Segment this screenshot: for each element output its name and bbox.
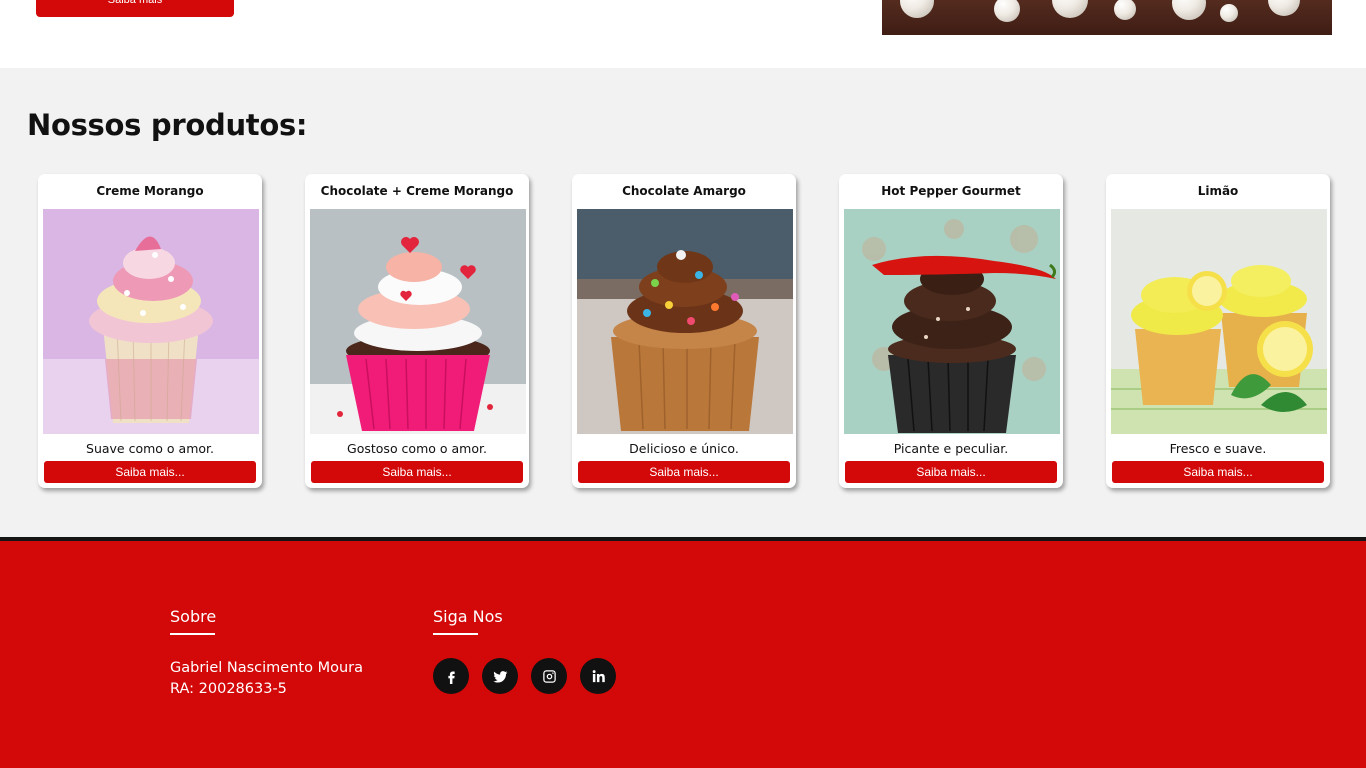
saiba-mais-button[interactable]: Saiba mais... — [311, 461, 523, 483]
product-image-chocolate-creme-morango — [310, 209, 526, 434]
product-title: Chocolate + Creme Morango — [320, 184, 514, 198]
product-card: Limão Fresco e suave. Saiba mais... — [1106, 174, 1330, 488]
footer-about-title: Sobre — [170, 607, 217, 626]
hero-section: Saiba mais — [0, 0, 1366, 68]
instagram-icon[interactable] — [531, 658, 567, 694]
product-image-creme-morango — [43, 209, 259, 434]
product-title: Chocolate Amargo — [622, 184, 746, 198]
footer-follow-underline — [433, 633, 478, 635]
product-title: Hot Pepper Gourmet — [881, 184, 1021, 198]
footer-follow: Siga Nos — [433, 607, 629, 694]
product-card: Chocolate Amargo Delicioso e único. Saib… — [572, 174, 796, 488]
saiba-mais-button[interactable]: Saiba mais... — [578, 461, 790, 483]
saiba-mais-button[interactable]: Saiba mais... — [44, 461, 256, 483]
product-title: Limão — [1197, 184, 1239, 198]
saiba-mais-button[interactable]: Saiba mais... — [845, 461, 1057, 483]
footer-about: Sobre Gabriel Nascimento Moura RA: 20028… — [170, 607, 363, 700]
twitter-icon[interactable] — [482, 658, 518, 694]
product-image-hot-pepper-gourmet — [844, 209, 1060, 434]
product-description: Suave como o amor. — [86, 441, 214, 456]
product-cards: Creme Morango Suave como o amor. Saiba m… — [38, 174, 1330, 488]
product-image-chocolate-amargo — [577, 209, 793, 434]
product-image-limao — [1111, 209, 1327, 434]
saiba-mais-button[interactable]: Saiba mais... — [1112, 461, 1324, 483]
product-card: Creme Morango Suave como o amor. Saiba m… — [38, 174, 262, 488]
linkedin-icon[interactable] — [580, 658, 616, 694]
product-description: Fresco e suave. — [1169, 441, 1267, 456]
hero-saiba-mais-button[interactable]: Saiba mais — [36, 0, 234, 17]
footer: Sobre Gabriel Nascimento Moura RA: 20028… — [0, 541, 1366, 768]
product-card: Chocolate + Creme Morango Gostoso como o… — [305, 174, 529, 488]
hero-cupcake-image — [882, 0, 1332, 35]
products-section: Nossos produtos: Creme Morango Suave com… — [0, 68, 1366, 537]
products-heading: Nossos produtos: — [27, 108, 308, 142]
product-description: Delicioso e único. — [629, 441, 739, 456]
footer-follow-title: Siga Nos — [433, 607, 503, 626]
footer-author-ra: RA: 20028633-5 — [170, 681, 287, 697]
product-card: Hot Pepper Gourmet Picante e peculiar. S… — [839, 174, 1063, 488]
footer-about-underline — [170, 633, 215, 635]
social-links — [433, 658, 629, 694]
product-title: Creme Morango — [96, 184, 204, 198]
product-description: Gostoso como o amor. — [347, 441, 487, 456]
footer-author-name: Gabriel Nascimento Moura — [170, 660, 363, 676]
product-description: Picante e peculiar. — [893, 441, 1009, 456]
facebook-icon[interactable] — [433, 658, 469, 694]
